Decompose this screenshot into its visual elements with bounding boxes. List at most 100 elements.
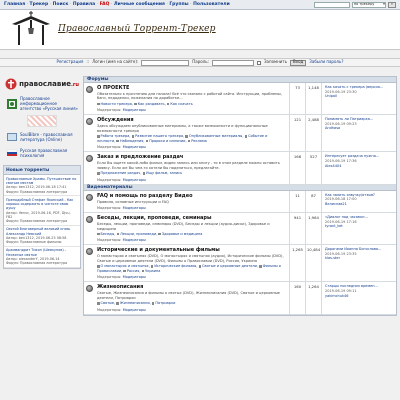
subforum-link[interactable]: Патриархи [155,301,175,305]
nav-private-messages[interactable]: Личные сообщения [114,2,165,7]
psychology-banner[interactable]: Русская православная психология [6,147,78,159]
forum-status-cell [84,282,94,313]
forum-title-link[interactable]: Исторические и документальные фильмы [97,247,220,253]
subforum-link[interactable]: Опубликованные материалы [189,134,242,138]
forum-title-link[interactable]: Беседы, лекции, проповеди, семинары [97,215,212,221]
nav-home[interactable]: Главная [4,2,25,7]
remember-checkbox[interactable] [256,60,261,65]
subforum-bullet-icon [244,135,248,138]
nav-groups[interactable]: Группы [169,2,188,7]
new-torrent-title[interactable]: Преподобный Стефан Яхонский - Как хорошо… [6,198,78,211]
subforum-link[interactable]: Новости трекера [101,102,132,106]
nav-separator: · [69,1,72,7]
subforum-link[interactable]: Украина [145,269,160,273]
forum-moderators: Модераторы: Модераторы [97,238,286,242]
pravoslavie-banner[interactable]: православие.ru [5,76,79,92]
subforum-link[interactable]: Исторические фильмы [154,264,196,268]
new-torrent-title[interactable]: Православные Храмы. Путешествие по святы… [6,177,78,186]
forum-title-link[interactable]: О ПРОЕКТЕ [97,85,129,91]
new-torrent-item[interactable]: Архимандрит Тихон (Шевкунов) - Несвятые … [4,247,80,268]
soulbibre-banner[interactable]: SoulBibre - православная литература (Onl… [6,131,78,143]
forum-row: Беседы, лекции, проповеди, семинары Бесе… [84,213,396,246]
forum-last-post: Дорогами Иоанна Богослова... 2019-06-19 … [322,245,396,281]
last-post-author-link[interactable]: klas-ster [325,256,393,261]
moderators-link[interactable]: Модераторы [123,308,146,312]
moderators-link[interactable]: Модераторы [123,238,146,242]
church-logo-icon[interactable] [8,10,54,50]
forum-title-link[interactable]: Заказ и предложение раздач [97,154,183,160]
subforum-link[interactable]: Святые [101,301,115,305]
subforum-link[interactable]: Наблюдения [120,139,143,143]
subforum-link[interactable]: Предложение раздач [101,171,141,175]
moderators-link[interactable]: Модераторы [123,178,146,182]
last-post-author-link[interactable]: Andhasa [325,126,393,131]
nav-users[interactable]: Пользователи [193,2,230,7]
subforum-link[interactable]: Лекции, проповеди [120,232,156,236]
forum-description: Святые, Жизнеописания и фильмы о святых … [97,291,280,300]
new-torrent-item[interactable]: Преподобный Стефан Яхонский - Как хорошо… [4,196,80,226]
username-field[interactable] [141,59,190,66]
last-post-author-link[interactable]: tyrant_ket [325,224,393,229]
moderators-link[interactable]: Модераторы [123,145,146,149]
site-title: Православный Торрент-Трекер [58,24,216,34]
forum-moderators: Модераторы: Модераторы [97,206,286,210]
forum-title-link[interactable]: Жизнеописания [97,284,143,290]
subforum-link[interactable]: Развитие нашего трекера [135,134,183,138]
promo-image-banner[interactable] [6,115,78,127]
new-torrent-item[interactable]: Святой благоверный великий князь Алексан… [4,226,80,247]
subforum-link[interactable]: Здоровье и медицина [162,232,203,236]
last-post-title-link[interactable]: Как качать с трекера (версия... [325,85,393,90]
forgot-password-link[interactable]: Забыли пароль? [309,59,343,65]
subforum-link[interactable]: Беседы [101,232,115,236]
subforum-link[interactable]: Святые и церковные деятели [202,264,257,268]
forum-status-cell [84,245,94,281]
last-post-author-link[interactable]: Unipoll [325,94,393,99]
psychology-text: Русская православная психология [20,148,68,158]
subforum-link[interactable]: Как раздавать [138,102,165,106]
subforum-link[interactable]: Работа трекера [101,134,130,138]
forum-title-link[interactable]: Обсуждения [97,117,134,123]
nav-rules[interactable]: Правила [73,2,95,7]
forum-description: Правила, основные инструкции и FAQ [97,199,169,204]
register-link[interactable]: Регистрация [57,59,84,65]
forum-title-link[interactable]: FAQ и помощь по разделу Видео [97,193,193,199]
subforum-link[interactable]: Ищу фильм, запись [146,171,182,175]
forum-post-count: 1,964 [306,213,322,245]
forum-description: Здесь обсуждаем опубликованные материалы… [97,124,268,133]
forum-info-cell: FAQ и помощь по разделу Видео Правила, о… [94,190,290,213]
forum-status-icon [85,193,93,201]
login-button[interactable]: Вход [289,59,307,66]
last-post-author-link[interactable]: Alex4404 [325,164,393,169]
forum-last-post: Старцы последних времен... 2019-06-19 09… [322,282,396,313]
search-input[interactable] [313,1,350,8]
new-torrent-title[interactable]: Святой благоверный великий князь Алексан… [6,227,78,236]
site-header: Православный Торрент-Трекер [0,10,400,50]
password-field[interactable] [211,59,254,66]
new-torrent-item[interactable]: Православные Храмы. Путешествие по святы… [4,175,80,197]
moderators-link[interactable]: Модераторы [123,108,146,112]
last-post-author-link[interactable]: Велислав21 [325,202,393,207]
search-scope-select[interactable]: по трекеру ▾ [351,1,386,8]
forum-topic-count: 73 [290,83,306,115]
new-torrent-title[interactable]: Архимандрит Тихон (Шевкунов) - Несвятые … [6,248,78,257]
search-button[interactable]: » [387,1,396,8]
nav-separator: · [26,1,29,7]
last-post-author-link[interactable]: yakimchuk46 [325,294,393,299]
subforum-link[interactable]: Реклама [191,139,207,143]
subforum-link[interactable]: Жизнеописания [120,301,150,305]
subforum-link[interactable]: Россия [127,269,139,273]
ruskline-banner[interactable]: Православное информационное агентство «Р… [6,96,78,111]
forum-post-count: 1,264 [306,282,322,314]
nav-faq[interactable]: FAQ [100,2,110,7]
moderators-link[interactable]: Модераторы [123,275,146,279]
moderators-link[interactable]: Модераторы [123,206,146,210]
nav-tracker[interactable]: Трекер [30,2,49,7]
subforum-link[interactable]: Пророки и иллюзии [149,139,185,143]
subforum-link[interactable]: О монастырях и святынях [101,264,149,268]
nav-search[interactable]: Поиск [53,2,69,7]
remember-label: Запомнить [263,59,287,65]
subforum-bullet-icon [97,265,100,268]
subforum-link[interactable]: Как скачать [170,102,192,106]
forum-topic-count: 160 [290,282,306,314]
forum-description: Обязательно к прочтению для начала! Всё … [97,92,282,101]
